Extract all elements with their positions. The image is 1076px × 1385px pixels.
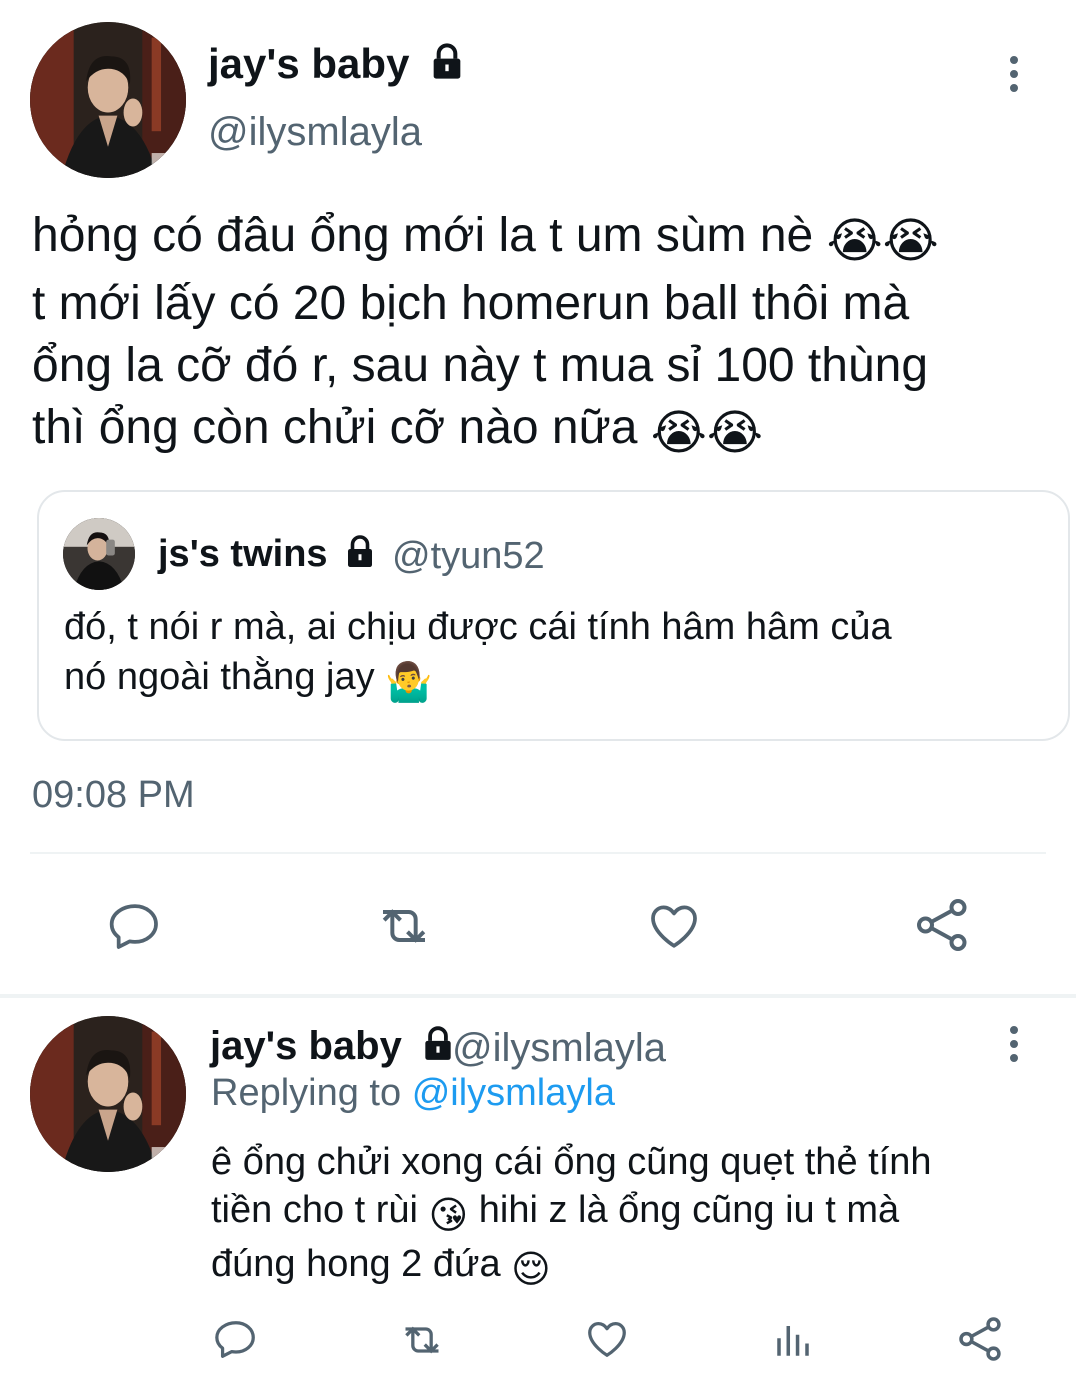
quote-line-2: nó ngoài thằng jay 🤷‍♂️ [64, 652, 1024, 708]
reply-more-options-icon[interactable] [1009, 1026, 1019, 1062]
more-options-icon[interactable] [1009, 56, 1019, 92]
analytics-icon[interactable] [772, 1318, 814, 1362]
reply-avatar-photo [30, 1016, 186, 1172]
reply-icon[interactable] [106, 898, 164, 954]
author-name[interactable]: jay's baby [208, 40, 467, 88]
avatar-photo [30, 22, 186, 178]
crying-emoji: 😭😭 [650, 407, 763, 460]
quote-author-name-text: js's twins [158, 533, 328, 575]
replying-to-label: Replying to [211, 1072, 402, 1114]
lock-icon [348, 535, 373, 567]
kiss-emoji: 😘 [428, 1195, 469, 1237]
reply-line-3-text: đúng hong 2 đứa [211, 1243, 501, 1285]
reply-text: ê ổng chửi xong cái ổng cũng quẹt thẻ tí… [211, 1138, 1031, 1294]
reply-author-handle[interactable]: @ilysmlayla [452, 1026, 666, 1071]
tweet-line-4-text: thì ổng còn chửi cỡ nào nữa [32, 401, 638, 454]
replying-to-handle[interactable]: @ilysmlayla [412, 1072, 615, 1114]
lock-icon [433, 43, 461, 79]
crying-emoji: 😭😭 [826, 215, 939, 268]
section-divider [0, 994, 1076, 998]
tweet-timestamp[interactable]: 09:08 PM [32, 774, 195, 817]
quote-text: đó, t nói r mà, ai chịu được cái tính hâ… [64, 602, 1024, 708]
quote-author-name: js's twins [158, 533, 378, 576]
shrug-emoji: 🤷‍♂️ [385, 662, 433, 704]
relieved-emoji: 😌 [511, 1249, 551, 1291]
quote-author-handle: @tyun52 [392, 535, 545, 577]
share-icon[interactable] [912, 895, 974, 955]
tweet-line-3: ổng la cỡ đó r, sau này t mua sỉ 100 thù… [32, 339, 929, 392]
replying-to: Replying to @ilysmlayla [211, 1072, 615, 1115]
like-icon[interactable] [644, 898, 704, 954]
reply-author-name-text: jay's baby [210, 1024, 402, 1068]
quote-line-1: đó, t nói r mà, ai chịu được cái tính hâ… [64, 606, 892, 648]
reply-line-2b-text: hihi z là ổng cũng iu t mà [478, 1189, 900, 1231]
reply-share-icon[interactable] [956, 1314, 1006, 1364]
reply-line-2: tiền cho t rùi 😘 hihi z là ổng cũng iu t… [211, 1186, 1031, 1240]
tweet-line-1: hỏng có đâu ổng mới la t um sùm nè 😭😭 [32, 205, 1062, 273]
retweet-icon[interactable] [370, 898, 438, 954]
reply-author-avatar[interactable] [30, 1016, 186, 1172]
reply-line-2-text: tiền cho t rùi [211, 1189, 418, 1231]
divider [30, 852, 1046, 854]
quote-avatar-photo [63, 518, 135, 590]
author-avatar[interactable] [30, 22, 186, 178]
author-handle[interactable]: @ilysmlayla [208, 110, 422, 155]
reply-reply-icon[interactable] [212, 1316, 260, 1362]
quote-line-2-text: nó ngoài thằng jay [64, 656, 375, 698]
author-name-text: jay's baby [208, 40, 410, 87]
reply-line-1: ê ổng chửi xong cái ổng cũng quẹt thẻ tí… [211, 1141, 932, 1183]
reply-like-icon[interactable] [582, 1316, 632, 1362]
reply-line-3: đúng hong 2 đứa 😌 [211, 1240, 1031, 1294]
tweet-line-2: t mới lấy có 20 bịch homerun ball thôi m… [32, 277, 910, 330]
quote-author-avatar [63, 518, 135, 590]
tweet-text: hỏng có đâu ổng mới la t um sùm nè 😭😭 t … [32, 205, 1062, 465]
reply-author-name[interactable]: jay's baby [210, 1024, 457, 1069]
reply-retweet-icon[interactable] [394, 1318, 450, 1362]
tweet-line-4: thì ổng còn chửi cỡ nào nữa 😭😭 [32, 397, 1062, 465]
tweet-line-1-text: hỏng có đâu ổng mới la t um sùm nè [32, 209, 814, 262]
